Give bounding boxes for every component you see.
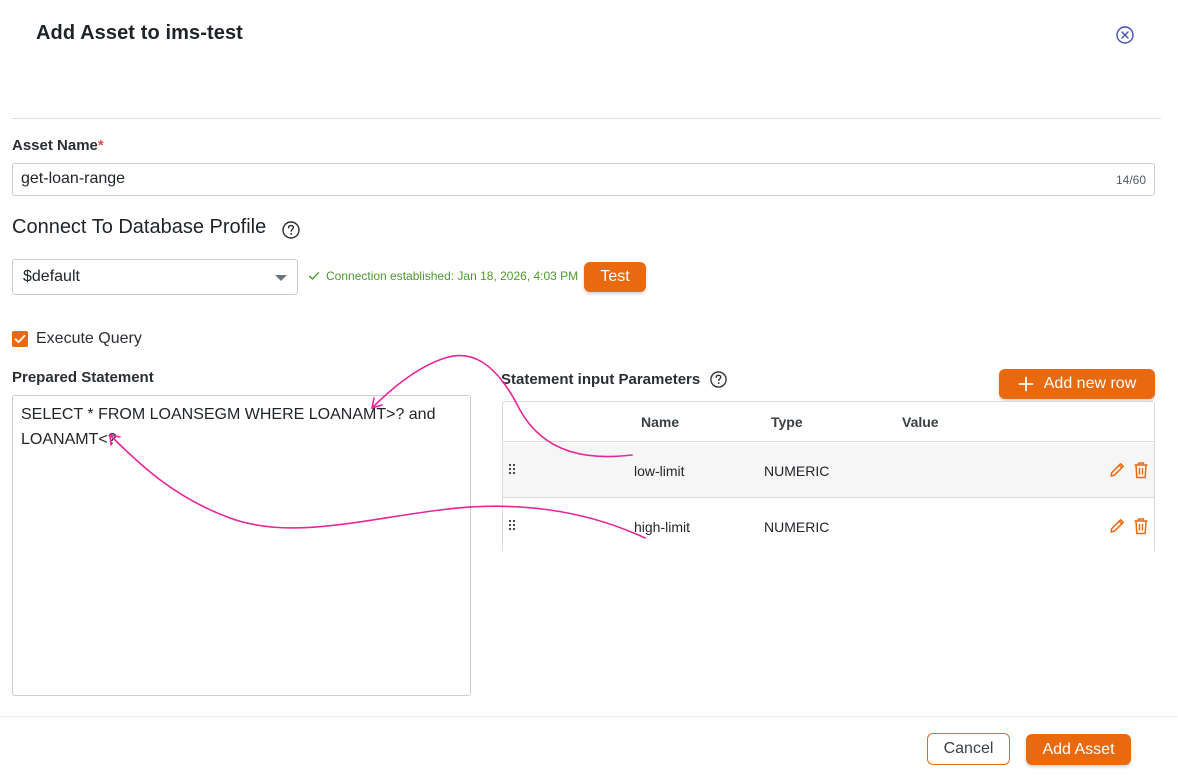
db-profile-select[interactable]: $default [12,259,298,295]
required-mark: * [97,137,104,154]
check-icon [308,272,320,280]
test-button[interactable]: Test [584,262,646,292]
header-divider [12,118,1161,119]
plus-icon [1018,376,1034,392]
db-profile-selected: $default [23,268,80,285]
caret-down-icon [275,275,287,281]
asset-name-input[interactable] [21,170,1071,188]
asset-name-field[interactable]: 14/60 [12,163,1155,196]
drag-handle-icon[interactable] [508,519,516,531]
trash-icon[interactable] [1132,516,1150,536]
db-profile-title: Connect To Database Profile [12,216,267,238]
prepared-statement-label: Prepared Statement [12,369,154,386]
params-title: Statement input Parameters [501,371,701,388]
edit-pencil-icon[interactable] [1108,460,1126,480]
close-circle-icon [1116,26,1134,44]
table-row[interactable]: high-limit NUMERIC [503,499,1154,554]
add-asset-button[interactable]: Add Asset [1026,734,1131,765]
execute-query-label: Execute Query [36,330,142,347]
param-name-cell: high-limit [634,519,691,535]
edit-pencil-icon[interactable] [1108,516,1126,536]
column-header-type[interactable]: Type [771,414,803,430]
help-circle-icon[interactable] [281,220,301,240]
table-row[interactable]: low-limit NUMERIC [503,443,1154,498]
column-header-name[interactable]: Name [641,414,679,430]
connection-status: Connection established: Jan 18, 2026, 4:… [308,269,578,283]
params-grid-header: Name Type Value [503,402,1154,442]
column-header-value[interactable]: Value [902,414,939,430]
trash-icon[interactable] [1132,460,1150,480]
help-circle-icon[interactable] [709,370,728,389]
params-grid: Name Type Value low-limit NUMERIC high-l… [502,401,1155,554]
param-type-cell: NUMERIC [764,519,830,535]
execute-query-checkbox[interactable] [12,331,28,347]
cancel-button[interactable]: Cancel [927,733,1010,765]
param-name-cell: low-limit [634,463,685,479]
connection-status-text: Connection established: Jan 18, 2026, 4:… [326,269,579,283]
add-new-row-label: Add new row [1043,375,1137,392]
prepared-statement-textarea[interactable]: SELECT * FROM LOANSEGM WHERE LOANAMT>? a… [12,395,471,696]
prepared-statement-text: SELECT * FROM LOANSEGM WHERE LOANAMT>? a… [21,406,436,448]
char-counter: 14/60 [1115,173,1146,187]
close-button[interactable] [1115,25,1135,45]
param-type-cell: NUMERIC [764,463,830,479]
add-new-row-button[interactable]: Add new row [999,369,1155,399]
asset-name-label-text: Asset Name [12,137,98,154]
checkbox-check-icon [14,334,26,344]
drag-handle-icon[interactable] [508,463,516,475]
footer-divider [0,716,1178,717]
asset-name-label: Asset Name* [12,137,104,154]
dialog-title: Add Asset to ims-test [36,22,243,44]
